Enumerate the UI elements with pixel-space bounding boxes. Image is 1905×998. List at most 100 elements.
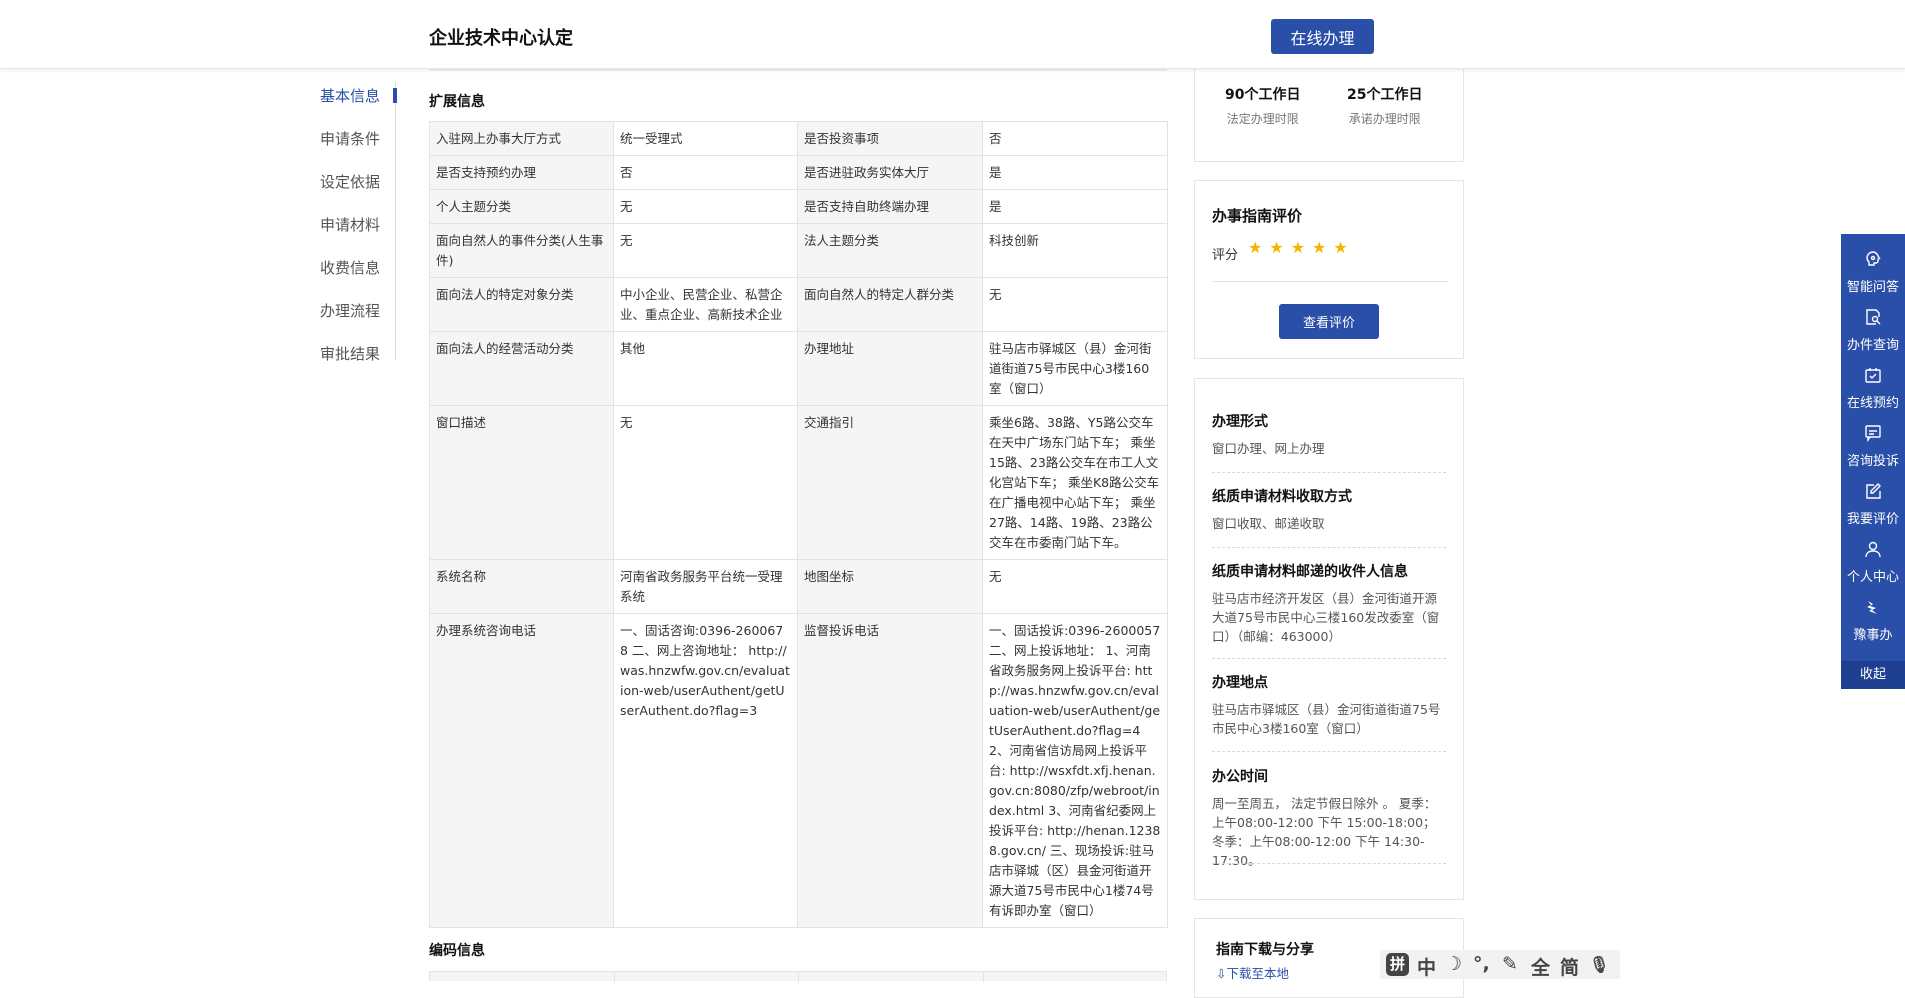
field-label: 办理系统咨询电话 xyxy=(429,613,614,928)
calendar-check-icon xyxy=(1865,368,1881,383)
field-value: 否 xyxy=(982,121,1168,156)
sidebar-item-case-query[interactable]: 办件查询 xyxy=(1841,300,1905,358)
ext-info-title: 扩展信息 xyxy=(429,94,485,110)
ime-toolbar: 拼 中 ☽ °, ✎ 全 简 🎙 xyxy=(1380,950,1620,979)
table-row: 面向自然人的事件分类(人生事件) 无法人主题分类 科技创新 xyxy=(429,223,1168,278)
moon-icon[interactable]: ☽ xyxy=(1445,953,1462,975)
brain-icon xyxy=(1866,251,1881,266)
field-value: 无 xyxy=(982,559,1168,614)
rating-title: 办事指南评价 xyxy=(1212,207,1303,225)
floating-toolbar: 智能问答 办件查询 在线预约 咨询投诉 我要评价 个人中心 豫事办 收起 xyxy=(1841,234,1905,689)
nav-item-fees[interactable]: 收费信息 xyxy=(320,257,380,278)
time-limit-card: 90个工作日 法定办理时限 25个工作日 承诺办理时限 xyxy=(1194,62,1464,162)
table-row: 系统名称 河南省政务服务平台统一受理系统 地图坐标无 xyxy=(429,559,1168,614)
sidebar-item-yushiban[interactable]: 豫事办 xyxy=(1841,590,1905,648)
field-value: 是 xyxy=(982,189,1168,224)
encoding-info-title: 编码信息 xyxy=(429,943,485,959)
table-row: 办理系统咨询电话 一、固话咨询:0396-2600678 二、网上咨询地址： ht… xyxy=(429,613,1168,928)
star-rating[interactable]: ★★★★★ xyxy=(1248,238,1355,257)
table-row: 个人主题分类无是否支持自助终端办理是 xyxy=(429,189,1168,224)
field-label: 办理地址 xyxy=(797,331,983,406)
field-value: 无 xyxy=(613,405,798,560)
field-value: 无 xyxy=(613,223,798,278)
promise-time-limit: 25个工作日 承诺办理时限 xyxy=(1347,87,1423,126)
sidebar-item-consult-complaint[interactable]: 咨询投诉 xyxy=(1841,416,1905,474)
field-label: 窗口描述 xyxy=(429,405,614,560)
sidebar-item-personal-center[interactable]: 个人中心 xyxy=(1841,532,1905,590)
section-nav: 基本信息 申请条件 设定依据 申请材料 收费信息 办理流程 审批结果 xyxy=(320,82,397,363)
encoding-info-table xyxy=(429,971,1167,982)
page-header: 企业技术中心认定 在线办理 xyxy=(0,0,1905,69)
table-row: 是否支持预约办理否是否进驻政务实体大厅是 xyxy=(429,155,1168,190)
pen-icon[interactable]: ✎ xyxy=(1502,953,1518,975)
field-value: 其他 xyxy=(613,331,798,406)
field-value: 驻马店市驿城区（县）金河街道街道75号市民中心3楼160室（窗口） xyxy=(982,331,1168,406)
info-block-paper-method: 纸质申请材料收取方式 窗口收取、邮递收取 xyxy=(1212,489,1352,531)
field-value: 无 xyxy=(982,277,1168,332)
table-row: 面向法人的特定对象分类 中小企业、民营企业、私营企业、重点企业、高新技术企业 面向自… xyxy=(429,277,1168,332)
field-value: 无 xyxy=(613,189,798,224)
table-row: 面向法人的经营活动分类 其他 办理地址 驻马店市驿城区（县）金河街道街道75号市民中心… xyxy=(429,331,1168,406)
field-value: 否 xyxy=(613,155,798,190)
microphone-icon[interactable]: 🎙 xyxy=(1589,955,1609,974)
field-label: 监督投诉电话 xyxy=(797,613,983,928)
field-value: 统一受理式 xyxy=(613,121,798,156)
dashed-divider xyxy=(1212,472,1446,473)
field-value: 河南省政务服务平台统一受理系统 xyxy=(613,559,798,614)
field-label: 面向法人的经营活动分类 xyxy=(429,331,614,406)
field-value: 乘坐6路、38路、Y5路公交车在天中广场东门站下车； 乘坐15路、23路公交车在… xyxy=(982,405,1168,560)
field-label: 面向自然人的特定人群分类 xyxy=(797,277,983,332)
nav-item-legal-basis[interactable]: 设定依据 xyxy=(320,171,380,192)
document-search-icon xyxy=(1866,309,1881,325)
table-row: 入驻网上办事大厅方式 统一受理式 是否投资事项否 xyxy=(429,121,1168,156)
info-block-office-hours: 办公时间 周一至周五， 法定节假日除外 。 夏季：上午08:00-12:00 下… xyxy=(1212,769,1437,868)
sidebar-item-smart-qa[interactable]: 智能问答 xyxy=(1841,242,1905,300)
view-evaluation-button[interactable]: 查看评价 xyxy=(1279,304,1379,339)
table-row: 窗口描述无交通指引 乘坐6路、38路、Y5路公交车在天中广场东门站下车； 乘坐15… xyxy=(429,405,1168,560)
field-label: 交通指引 xyxy=(797,405,983,560)
download-link[interactable]: ⇩下载至本地 xyxy=(1216,963,1289,982)
online-apply-button[interactable]: 在线办理 xyxy=(1271,19,1374,54)
ime-punctuation-icon[interactable]: °, xyxy=(1473,953,1490,975)
ime-simplified[interactable]: 简 xyxy=(1560,953,1579,980)
ime-chinese-mode[interactable]: 中 xyxy=(1417,953,1436,980)
edit-icon xyxy=(1866,483,1881,499)
sidebar-item-reservation[interactable]: 在线预约 xyxy=(1841,358,1905,416)
field-label: 法人主题分类 xyxy=(797,223,983,278)
field-value: 科技创新 xyxy=(982,223,1168,278)
field-label: 是否支持自助终端办理 xyxy=(797,189,983,224)
field-value: 是 xyxy=(982,155,1168,190)
collapse-toolbar-button[interactable]: 收起 xyxy=(1841,661,1905,689)
field-value: 一、固话咨询:0396-2600678 二、网上咨询地址： http://was… xyxy=(613,613,798,928)
field-label: 入驻网上办事大厅方式 xyxy=(429,121,614,156)
field-label: 是否投资事项 xyxy=(797,121,983,156)
field-value: 一、固话投诉:0396-2600057 二、网上投诉地址： 1、河南省政务服务网… xyxy=(982,613,1168,928)
field-label: 地图坐标 xyxy=(797,559,983,614)
nav-item-results[interactable]: 审批结果 xyxy=(320,343,380,364)
sidebar-item-evaluate[interactable]: 我要评价 xyxy=(1841,474,1905,532)
ime-fullwidth[interactable]: 全 xyxy=(1531,953,1550,980)
field-value: 中小企业、民营企业、私营企业、重点企业、高新技术企业 xyxy=(613,277,798,332)
ime-pinyin-icon[interactable]: 拼 xyxy=(1386,953,1409,976)
info-block-recipient: 纸质申请材料邮递的收件人信息 驻马店市经济开发区（县）金河街道开源大道75号市民… xyxy=(1212,564,1440,644)
dashed-divider xyxy=(1212,863,1446,864)
field-label: 面向自然人的事件分类(人生事件) xyxy=(429,223,614,278)
nav-item-process[interactable]: 办理流程 xyxy=(320,300,380,321)
divider xyxy=(1212,281,1448,282)
app-logo-icon xyxy=(1867,601,1877,614)
page-title: 企业技术中心认定 xyxy=(429,28,573,49)
chat-icon xyxy=(1865,425,1881,442)
dashed-divider xyxy=(1212,547,1446,548)
dashed-divider xyxy=(1212,658,1446,659)
user-icon xyxy=(1865,541,1881,558)
dashed-divider xyxy=(1212,751,1446,752)
legal-time-limit: 90个工作日 法定办理时限 xyxy=(1225,87,1301,126)
nav-item-basic-info[interactable]: 基本信息 xyxy=(320,85,380,106)
nav-item-materials[interactable]: 申请材料 xyxy=(320,214,380,235)
info-block-location: 办理地点 驻马店市驿城区（县）金河街道街道75号市民中心3楼160室（窗口） xyxy=(1212,675,1441,736)
nav-item-conditions[interactable]: 申请条件 xyxy=(320,128,380,149)
field-label: 个人主题分类 xyxy=(429,189,614,224)
info-block-form: 办理形式 窗口办理、网上办理 xyxy=(1212,414,1325,456)
field-label: 系统名称 xyxy=(429,559,614,614)
download-title: 指南下载与分享 xyxy=(1216,942,1314,958)
